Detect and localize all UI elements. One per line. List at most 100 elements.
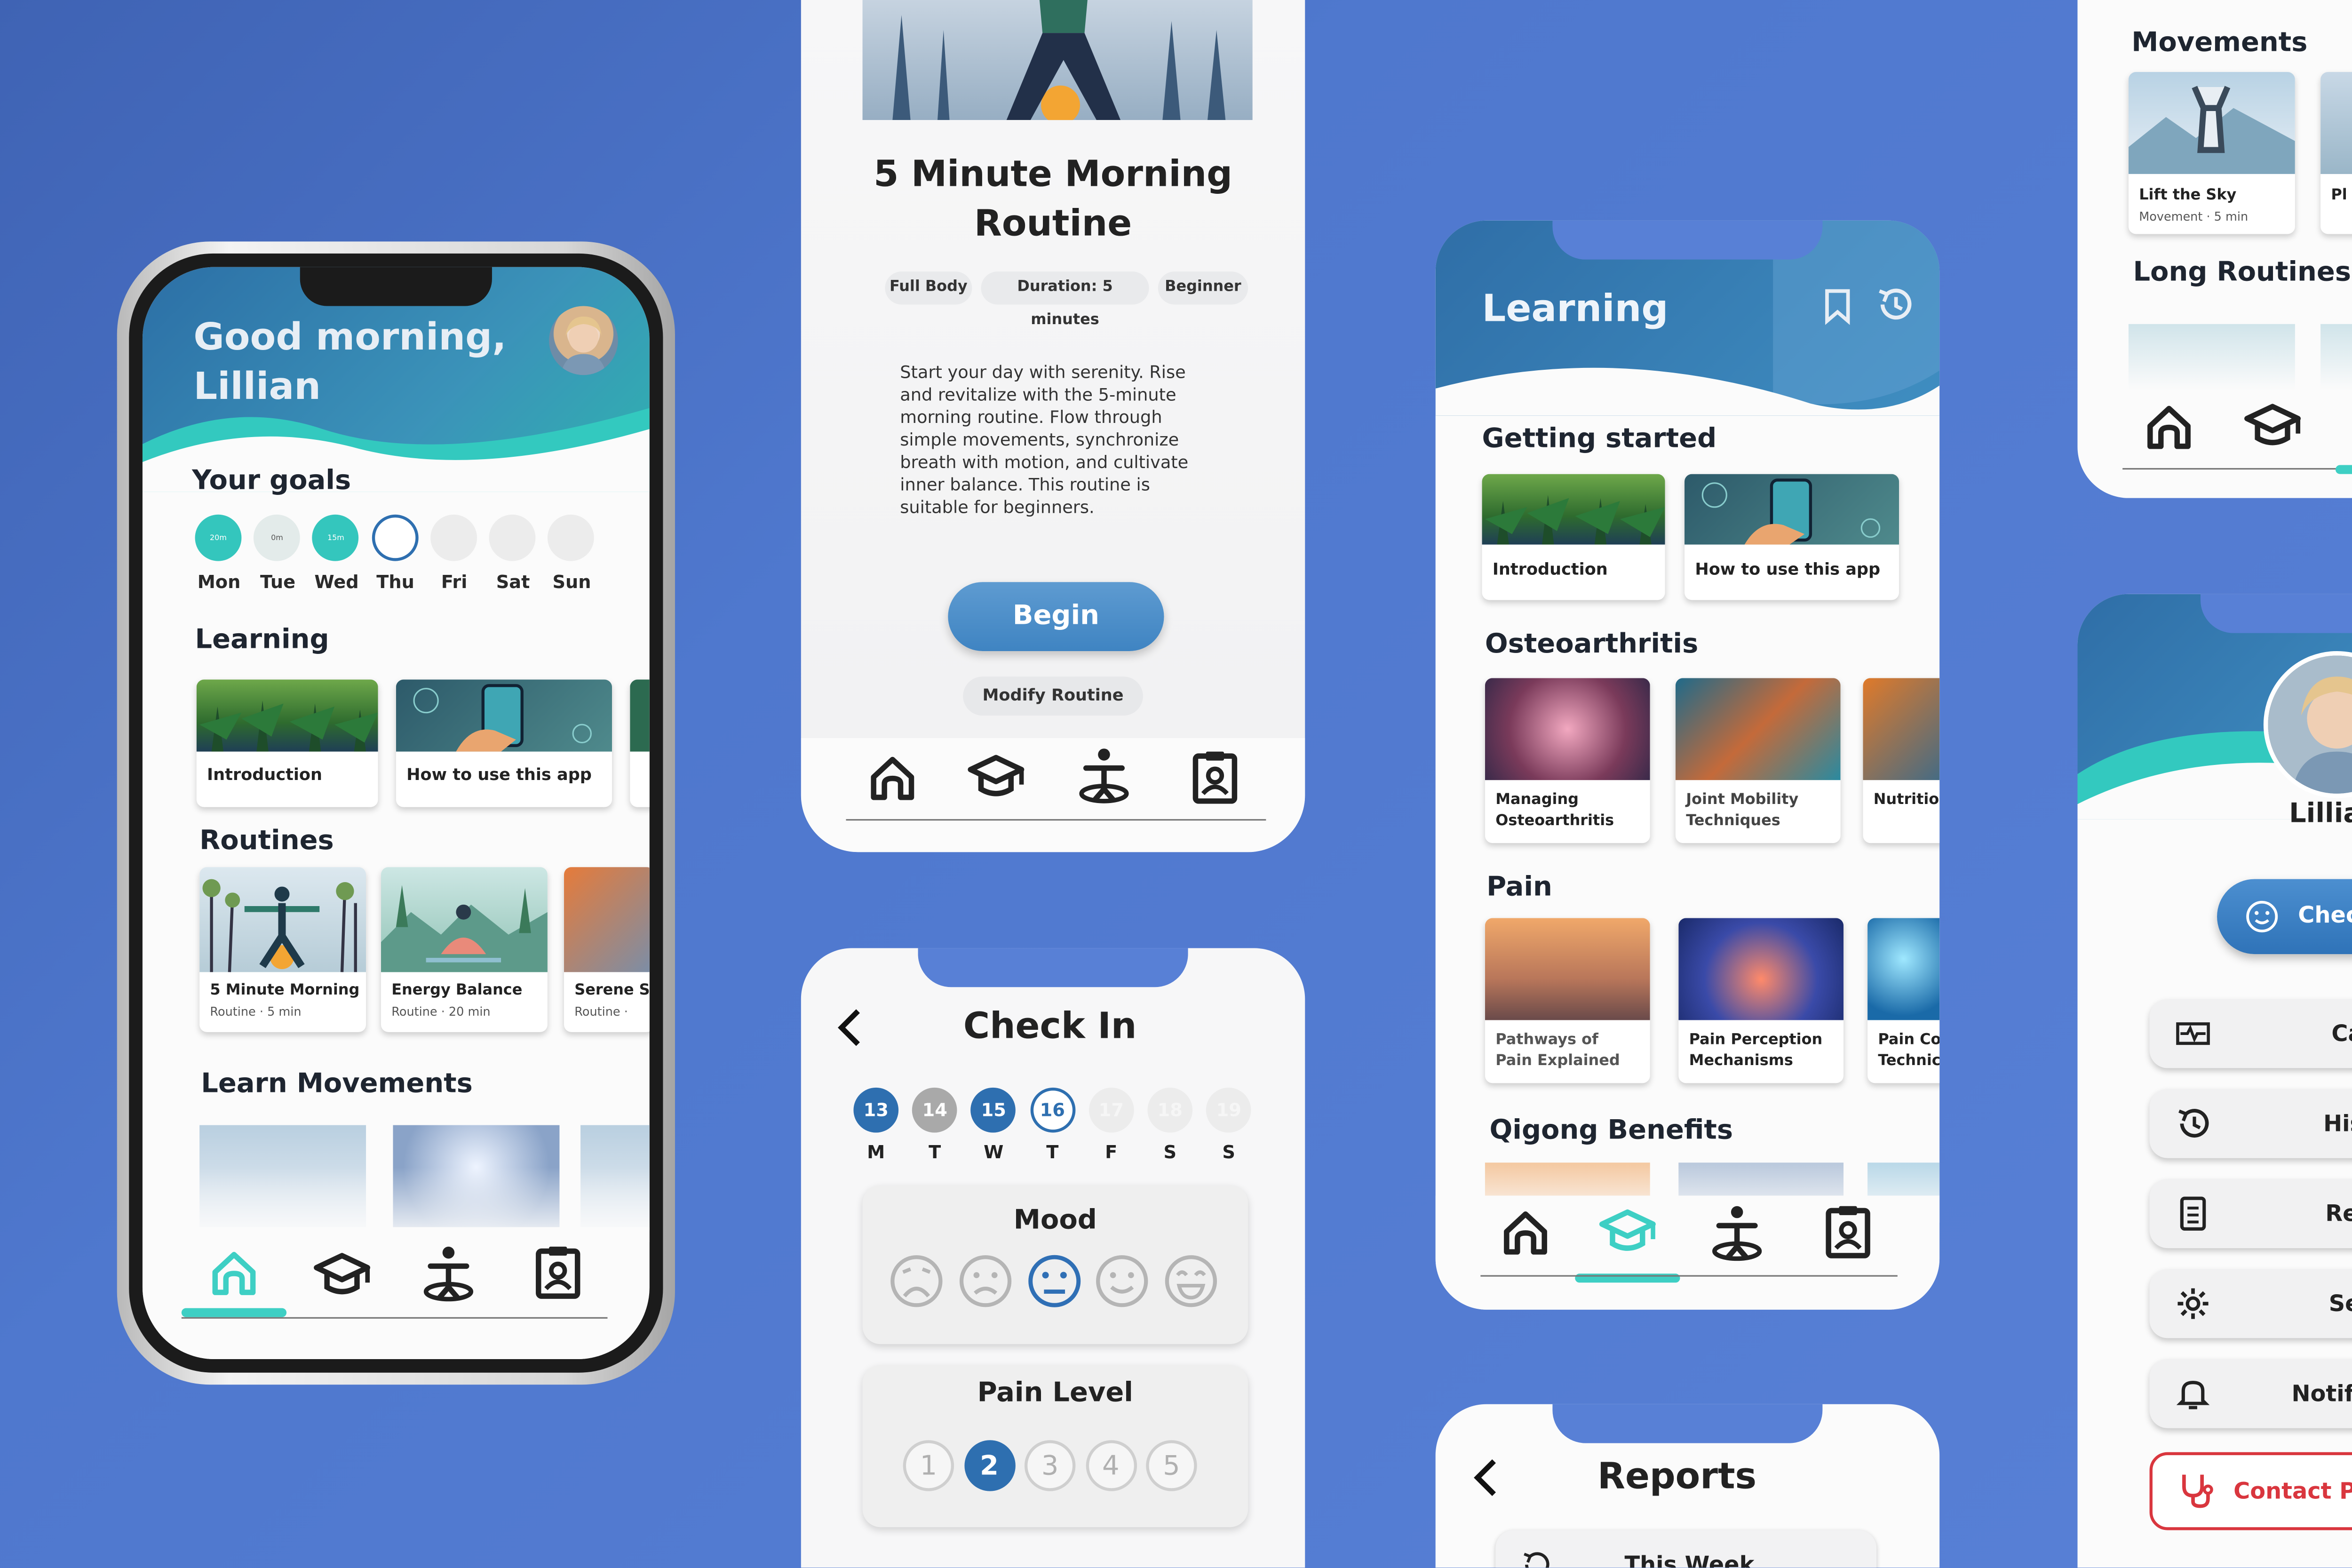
figure-icon[interactable] (1074, 744, 1134, 804)
profile-menu-item[interactable]: Histo (2149, 1089, 2352, 1158)
movement-meta: Movement · 5 min (2139, 210, 2249, 224)
home-icon[interactable] (207, 1245, 261, 1299)
date-circle[interactable]: 14 (912, 1087, 958, 1133)
pain-level-option[interactable]: 1 (903, 1440, 954, 1491)
goal-day-circle[interactable] (371, 514, 418, 561)
clipboard-user-icon[interactable] (1818, 1202, 1878, 1262)
graduation-cap-icon[interactable] (966, 747, 1026, 807)
movements-title: Movements (2131, 27, 2308, 59)
profile-menu-item[interactable]: Setti (2149, 1269, 2352, 1338)
goal-day-circle[interactable]: 20m (195, 514, 242, 561)
topic-card[interactable]: Joint Mobility Techniques (1675, 678, 1841, 844)
menu-item-label: Care (2331, 1020, 2352, 1047)
routine-card[interactable]: Energy Balance Routine · 20 min (381, 867, 548, 1032)
nav-divider (181, 1317, 608, 1319)
begin-button[interactable]: Begin (948, 582, 1164, 651)
date-circle[interactable]: 15 (971, 1087, 1017, 1133)
profile-name: Lillia (2289, 798, 2352, 830)
topic-card-label: Pathways of Pain Explained (1495, 1032, 1620, 1070)
learning-card-label: Introduction (207, 765, 322, 785)
clipboard-user-icon[interactable] (1185, 747, 1245, 807)
date-circle[interactable]: 17 (1089, 1087, 1134, 1133)
routine-title: 5 Minute Morning (210, 982, 360, 999)
menu-item-label: Repo (2325, 1200, 2352, 1227)
contact-button[interactable]: Contact Pr (2149, 1452, 2352, 1530)
date-circle[interactable]: 16 (1030, 1087, 1075, 1133)
date-circle[interactable]: 18 (1147, 1087, 1193, 1133)
date-circle[interactable]: 19 (1206, 1087, 1252, 1133)
learning-card-more[interactable] (630, 679, 650, 807)
activity-icon (2176, 1022, 2210, 1045)
neutral-face-icon[interactable] (1025, 1251, 1085, 1311)
movement-card[interactable]: Lift the Sky Movement · 5 min (2128, 72, 2295, 234)
very-sad-face-icon[interactable] (887, 1251, 947, 1311)
library-screen: Movements Lift the Sky Movement · 5 min … (2077, 0, 2352, 498)
goal-day-circle[interactable]: 15m (312, 514, 359, 561)
graduation-cap-icon[interactable] (312, 1245, 372, 1305)
goal-day-label: Wed (314, 571, 359, 593)
back-chevron-icon[interactable] (1470, 1455, 1500, 1500)
topic-card[interactable]: Managing Osteoarthritis (1485, 678, 1650, 844)
date-circle[interactable]: 13 (853, 1087, 899, 1133)
routine-card[interactable]: 5 Minute Morning Routine · 5 min (199, 867, 366, 1032)
report-row[interactable]: This Week (1495, 1530, 1877, 1568)
profile-menu-item[interactable]: Repo (2149, 1179, 2352, 1249)
home-icon[interactable] (1499, 1205, 1553, 1259)
goal-day-circle[interactable] (489, 514, 536, 561)
profile-menu-item[interactable]: Care (2149, 999, 2352, 1068)
routine-thumb[interactable] (2128, 324, 2295, 390)
clipboard-user-icon[interactable] (528, 1242, 588, 1302)
goal-day-circle[interactable]: 0m (254, 514, 301, 561)
checkin-button[interactable]: Chec (2217, 879, 2352, 955)
pain-level-option[interactable]: 2 (963, 1440, 1015, 1491)
home-icon[interactable] (2142, 399, 2196, 453)
modify-routine-button[interactable]: Modify Routine (963, 677, 1143, 716)
long-routines-title: Long Routines (2133, 256, 2351, 288)
sad-face-icon[interactable] (955, 1251, 1016, 1311)
profile-menu-item[interactable]: Notifica (2149, 1359, 2352, 1428)
topic-card[interactable]: Pain Perception Mechanisms (1678, 918, 1844, 1083)
history-icon[interactable] (1874, 284, 1915, 326)
back-chevron-icon[interactable] (834, 1005, 864, 1050)
learning-section-title: Learning (195, 624, 329, 656)
menu-item-label: Notifica (2291, 1380, 2352, 1408)
date-day-label: S (1222, 1141, 1236, 1163)
bookmark-icon[interactable] (1821, 287, 1854, 326)
menu-item-label: Setti (2328, 1290, 2352, 1317)
tag-chip: Full Body (885, 271, 972, 305)
pain-card: Pain Level 12345 (862, 1365, 1248, 1528)
smile-face-icon[interactable] (1092, 1251, 1152, 1311)
figure-icon[interactable] (419, 1242, 479, 1302)
goal-day-circle[interactable] (430, 514, 477, 561)
topic-card[interactable]: Nutritio (1863, 678, 1940, 844)
grin-face-icon[interactable] (1161, 1251, 1221, 1311)
movement-title: Lift the Sky (2139, 187, 2237, 204)
goal-day-circle[interactable] (548, 514, 595, 561)
pain-level-option[interactable]: 4 (1085, 1440, 1136, 1491)
topic-card-label: Pain Co Technic (1878, 1032, 1940, 1070)
routine-card[interactable]: Serene S Routine · (564, 867, 650, 1032)
movement-card[interactable]: Pl (2320, 72, 2352, 234)
routine-thumb[interactable] (2320, 324, 2352, 390)
goal-day-label: Fri (441, 571, 468, 593)
topic-card[interactable]: Pathways of Pain Explained (1485, 918, 1650, 1083)
report-icon (2180, 1196, 2206, 1231)
learning-card-how-to[interactable]: How to use this app (396, 679, 612, 807)
bottom-nav (801, 738, 1305, 852)
pain-level-option[interactable]: 3 (1024, 1440, 1076, 1491)
pain-level-option[interactable]: 5 (1146, 1440, 1197, 1491)
nav-active-indicator (2335, 465, 2352, 474)
learning-card-introduction[interactable]: Introduction (1482, 474, 1665, 600)
home-icon[interactable] (866, 750, 920, 804)
figure-icon[interactable] (1707, 1202, 1767, 1262)
graduation-cap-icon[interactable] (2242, 396, 2303, 456)
reports-title: Reports (1597, 1455, 1757, 1497)
learning-card-introduction[interactable]: Introduction (196, 679, 378, 807)
learning-card-how-to[interactable]: How to use this app (1685, 474, 1899, 600)
topic-card[interactable]: Pain Co Technic (1867, 918, 1940, 1083)
graduation-cap-icon[interactable] (1597, 1202, 1658, 1262)
routine-detail-screen: 5 Minute Morning Routine Full Body Durat… (801, 0, 1305, 852)
routine-title: Energy Balance (391, 982, 523, 999)
avatar[interactable] (549, 306, 618, 375)
bottom-nav (142, 1227, 650, 1360)
